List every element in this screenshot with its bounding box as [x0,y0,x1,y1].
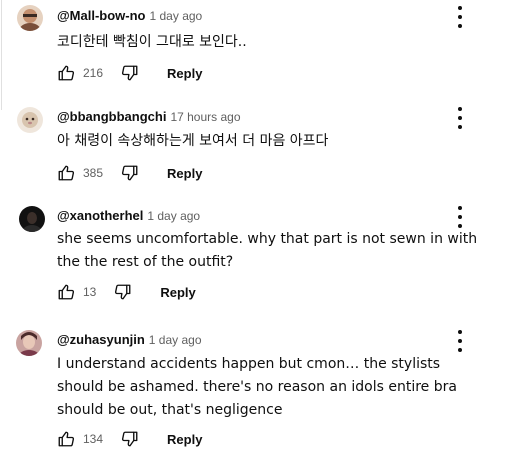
more-vert-icon[interactable] [454,6,466,28]
comment-text: 코디한테 빡침이 그대로 보인다.. [57,34,247,50]
comment-item: @zuhasyunjin 1 day ago I understand accid… [0,322,512,465]
reply-button[interactable]: Reply [167,66,202,81]
comment-header: @zuhasyunjin 1 day ago [57,332,202,348]
dislike-button[interactable] [121,164,139,182]
reply-button[interactable]: Reply [167,432,202,447]
like-button[interactable]: 134 [57,430,103,448]
comment-text: 아 채령이 속상해하는게 보여서 더 마음 아프다 [57,133,329,149]
author-handle[interactable]: @Mall-bow-no [57,8,146,23]
comment-header: @Mall-bow-no 1 day ago [57,8,202,24]
comment-actions: 216 Reply [57,63,202,83]
comment-item: @xanotherhel 1 day ago she seems uncomfor… [0,200,512,315]
thumb-up-icon [58,284,75,300]
comment-header: @bbangbbangchi 17 hours ago [57,109,241,125]
reply-button[interactable]: Reply [160,285,195,300]
dislike-button[interactable] [121,64,139,82]
dislike-button[interactable] [121,430,139,448]
like-count: 385 [83,166,104,180]
comment-actions: 385 Reply [57,163,202,183]
more-vert-icon[interactable] [454,206,466,228]
like-button[interactable]: 13 [57,283,96,301]
more-vert-icon[interactable] [454,107,466,129]
comment-header: @xanotherhel 1 day ago [57,208,200,224]
comment-item: @bbangbbangchi 17 hours ago 아 채령이 속상해하는게 … [0,100,512,195]
author-handle[interactable]: @bbangbbangchi [57,109,166,124]
comment-item: @Mall-bow-no 1 day ago 코디한테 빡침이 그대로 보인다..… [0,0,512,95]
comment-timestamp[interactable]: 1 day ago [149,333,202,347]
like-button[interactable]: 216 [57,64,103,82]
thumb-down-icon [121,431,138,447]
thumb-down-icon [121,65,138,81]
comment-actions: 13 Reply [57,282,196,302]
avatar[interactable] [17,5,43,31]
comment-text: I understand accidents happen but cmon… … [57,356,457,418]
thumb-down-icon [115,284,131,300]
like-count: 13 [83,285,97,299]
thumb-up-icon [58,65,75,81]
thumb-up-icon [58,165,75,181]
comment-timestamp[interactable]: 1 day ago [150,9,203,23]
thumb-up-icon [58,431,75,447]
more-vert-icon[interactable] [454,330,466,352]
dislike-button[interactable] [114,283,132,301]
avatar[interactable] [19,206,45,232]
like-count: 216 [83,66,104,80]
thumb-down-icon [121,165,138,181]
comment-timestamp[interactable]: 1 day ago [147,209,200,223]
like-count: 134 [83,432,104,446]
avatar[interactable] [16,330,42,356]
comment-timestamp[interactable]: 17 hours ago [170,110,240,124]
author-handle[interactable]: @zuhasyunjin [57,332,145,347]
avatar[interactable] [17,107,43,133]
author-handle[interactable]: @xanotherhel [57,208,143,223]
like-button[interactable]: 385 [57,164,103,182]
comment-text: she seems uncomfortable. why that part i… [57,231,478,270]
reply-button[interactable]: Reply [167,166,202,181]
comment-actions: 134 Reply [57,429,202,449]
